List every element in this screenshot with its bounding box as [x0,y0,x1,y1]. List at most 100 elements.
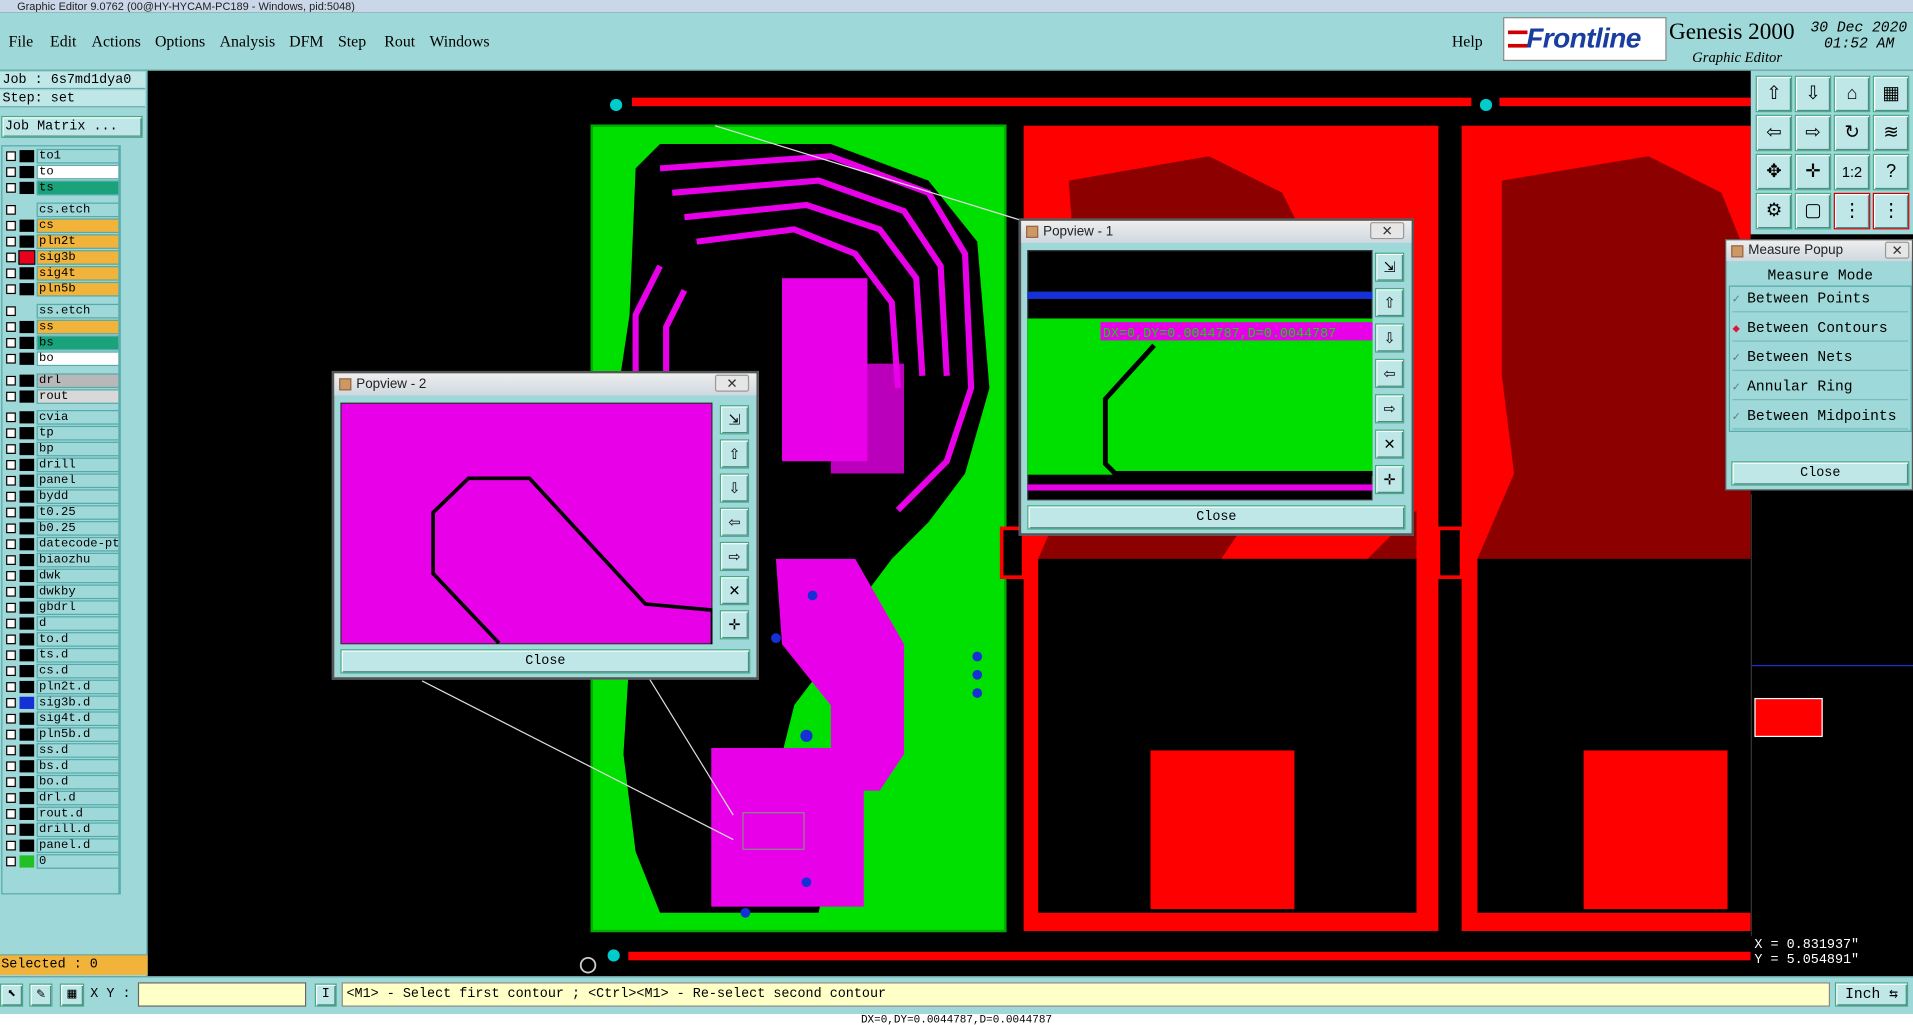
layer-row-tp[interactable]: tp [5,425,119,441]
menu-options[interactable]: Options [155,32,205,52]
measure-icon[interactable]: ⚙ [1755,192,1793,230]
layer-color-swatch[interactable] [19,427,35,440]
layer-color-swatch[interactable] [19,569,35,583]
layer-checkbox[interactable] [6,682,16,692]
pv1-up-icon[interactable]: ⇧ [1374,287,1405,318]
layer-name[interactable]: drill.d [36,822,119,838]
layer-color-swatch[interactable] [19,744,35,757]
popview-1-close-button[interactable]: Close [1027,505,1406,530]
layer-name[interactable]: gbdrl [36,600,119,616]
layer-color-swatch[interactable] [19,601,35,614]
layer-checkbox[interactable] [6,151,16,162]
menu-analysis[interactable]: Analysis [220,32,276,52]
layer-color-swatch[interactable] [19,203,35,216]
layer-checkbox[interactable] [6,793,16,803]
pv1-zoom-out-icon[interactable]: ✕ [1374,429,1405,459]
popview-2-close-button[interactable]: Close [340,649,751,674]
layer-name[interactable]: tp [36,425,119,441]
layer-name[interactable]: datecode-pte [36,536,119,552]
layer-color-swatch[interactable] [19,553,35,567]
layer-row-ts.d[interactable]: ts.d [5,647,119,663]
menu-help[interactable]: Help [1452,32,1483,52]
menu-rout[interactable]: Rout [384,32,415,52]
layer-checkbox[interactable] [6,809,16,819]
zoom-center-icon[interactable]: ✛ [1794,153,1832,191]
layer-name[interactable]: to [36,164,119,180]
layer-color-swatch[interactable] [19,760,35,773]
pv1-zoom-in-icon[interactable]: ✛ [1374,464,1405,495]
layer-row-sig4t[interactable]: sig4t [5,266,119,281]
layer-row-bo[interactable]: bo [5,351,119,367]
layer-row-cs.d[interactable]: cs.d [5,663,119,679]
layer-checkbox[interactable] [6,475,16,486]
help-icon[interactable]: ? [1872,153,1910,191]
mode-between-nets[interactable]: ✓ Between Nets [1732,345,1909,371]
layer-row-drl.d[interactable]: drl.d [5,790,119,806]
layer-checkbox[interactable] [6,634,16,645]
layer-color-swatch[interactable] [19,585,35,598]
layer-row-sig4t.d[interactable]: sig4t.d [5,711,119,727]
layer-color-swatch[interactable] [19,390,35,403]
layer-name[interactable]: rout [36,389,119,404]
layer-name[interactable]: biaozhu [36,552,119,568]
layer-color-swatch[interactable] [19,728,35,741]
grid-tool-icon[interactable]: ▦ [59,983,85,1007]
layer-row-pln2t.d[interactable]: pln2t.d [5,679,119,695]
layer-checkbox[interactable] [6,555,16,565]
layer-row-pln5b[interactable]: pln5b [5,281,119,297]
layer-checkbox[interactable] [6,777,16,788]
layer-checkbox[interactable] [6,523,16,534]
layer-row-dwk[interactable]: dwk [5,568,119,584]
popview-1-close-icon[interactable]: ✕ [1370,222,1405,240]
layer-name[interactable]: bs.d [36,758,119,774]
layer-name[interactable]: panel.d [36,838,119,853]
layer-name[interactable]: cs.etch [36,202,119,218]
layer-checkbox[interactable] [6,745,16,756]
layer-name[interactable]: ss.d [36,743,119,758]
layer-checkbox[interactable] [6,322,16,332]
measure-popup-close-icon[interactable]: ✕ [1884,241,1910,259]
layer-name[interactable]: sig4t [36,266,119,281]
layer-row-cvia[interactable]: cvia [5,410,119,425]
redraw-icon[interactable]: ↻ [1833,114,1871,152]
layer-color-swatch[interactable] [19,680,35,694]
layer-list[interactable]: to1 to ts cs.etch cs pln2t sig3b sig4t pln5b ss.e… [1,145,120,895]
layer-row-cs.etch[interactable]: cs.etch [5,202,119,218]
menu-edit[interactable]: Edit [50,32,76,52]
xy-input[interactable] [137,982,307,1007]
layer-row-sig3b.d[interactable]: sig3b.d [5,695,119,711]
grid-icon[interactable]: ▦ [1872,75,1910,113]
edit-tool-icon[interactable]: ✎ [29,983,53,1007]
layer-name[interactable]: pln2t.d [36,679,119,695]
layer-row-b0.25[interactable]: b0.25 [5,521,119,536]
layer-checkbox[interactable] [6,650,16,661]
layer-row-bydd[interactable]: bydd [5,489,119,504]
layer-color-swatch[interactable] [19,283,35,296]
popview-1-view[interactable]: DX=0,DY=0.0044787,D=0.0044787 [1027,250,1373,501]
layer-checkbox[interactable] [6,713,16,724]
layer-color-swatch[interactable] [19,807,35,821]
layer-row-t0.25[interactable]: t0.25 [5,505,119,520]
layer-checkbox[interactable] [6,183,16,193]
layer-color-swatch[interactable] [19,267,35,280]
home-icon[interactable]: ⌂ [1833,75,1871,113]
layer-name[interactable]: to.d [36,632,119,647]
layer-color-swatch[interactable] [19,649,35,662]
layer-color-swatch[interactable] [19,352,35,365]
layer-row-drl[interactable]: drl [5,373,119,389]
layer-row-drill[interactable]: drill [5,457,119,473]
mode-annular-ring[interactable]: ✓ Annular Ring [1732,375,1909,401]
layer-name[interactable]: cvia [36,410,119,425]
layer-checkbox[interactable] [6,602,16,613]
menu-windows[interactable]: Windows [429,32,489,52]
layer-name[interactable]: bo [36,351,119,367]
pv2-right-icon[interactable]: ⇨ [719,541,750,572]
layer-row-rout.d[interactable]: rout.d [5,806,119,822]
layer-row-d[interactable]: d [5,616,119,631]
layer-checkbox[interactable] [6,338,16,348]
layer-color-swatch[interactable] [19,458,35,472]
zoom-in-icon[interactable]: ⇩ [1794,75,1832,113]
layer-checkbox[interactable] [6,306,16,317]
layer-color-swatch[interactable] [19,219,35,232]
layer-name[interactable]: drl.d [36,790,119,806]
